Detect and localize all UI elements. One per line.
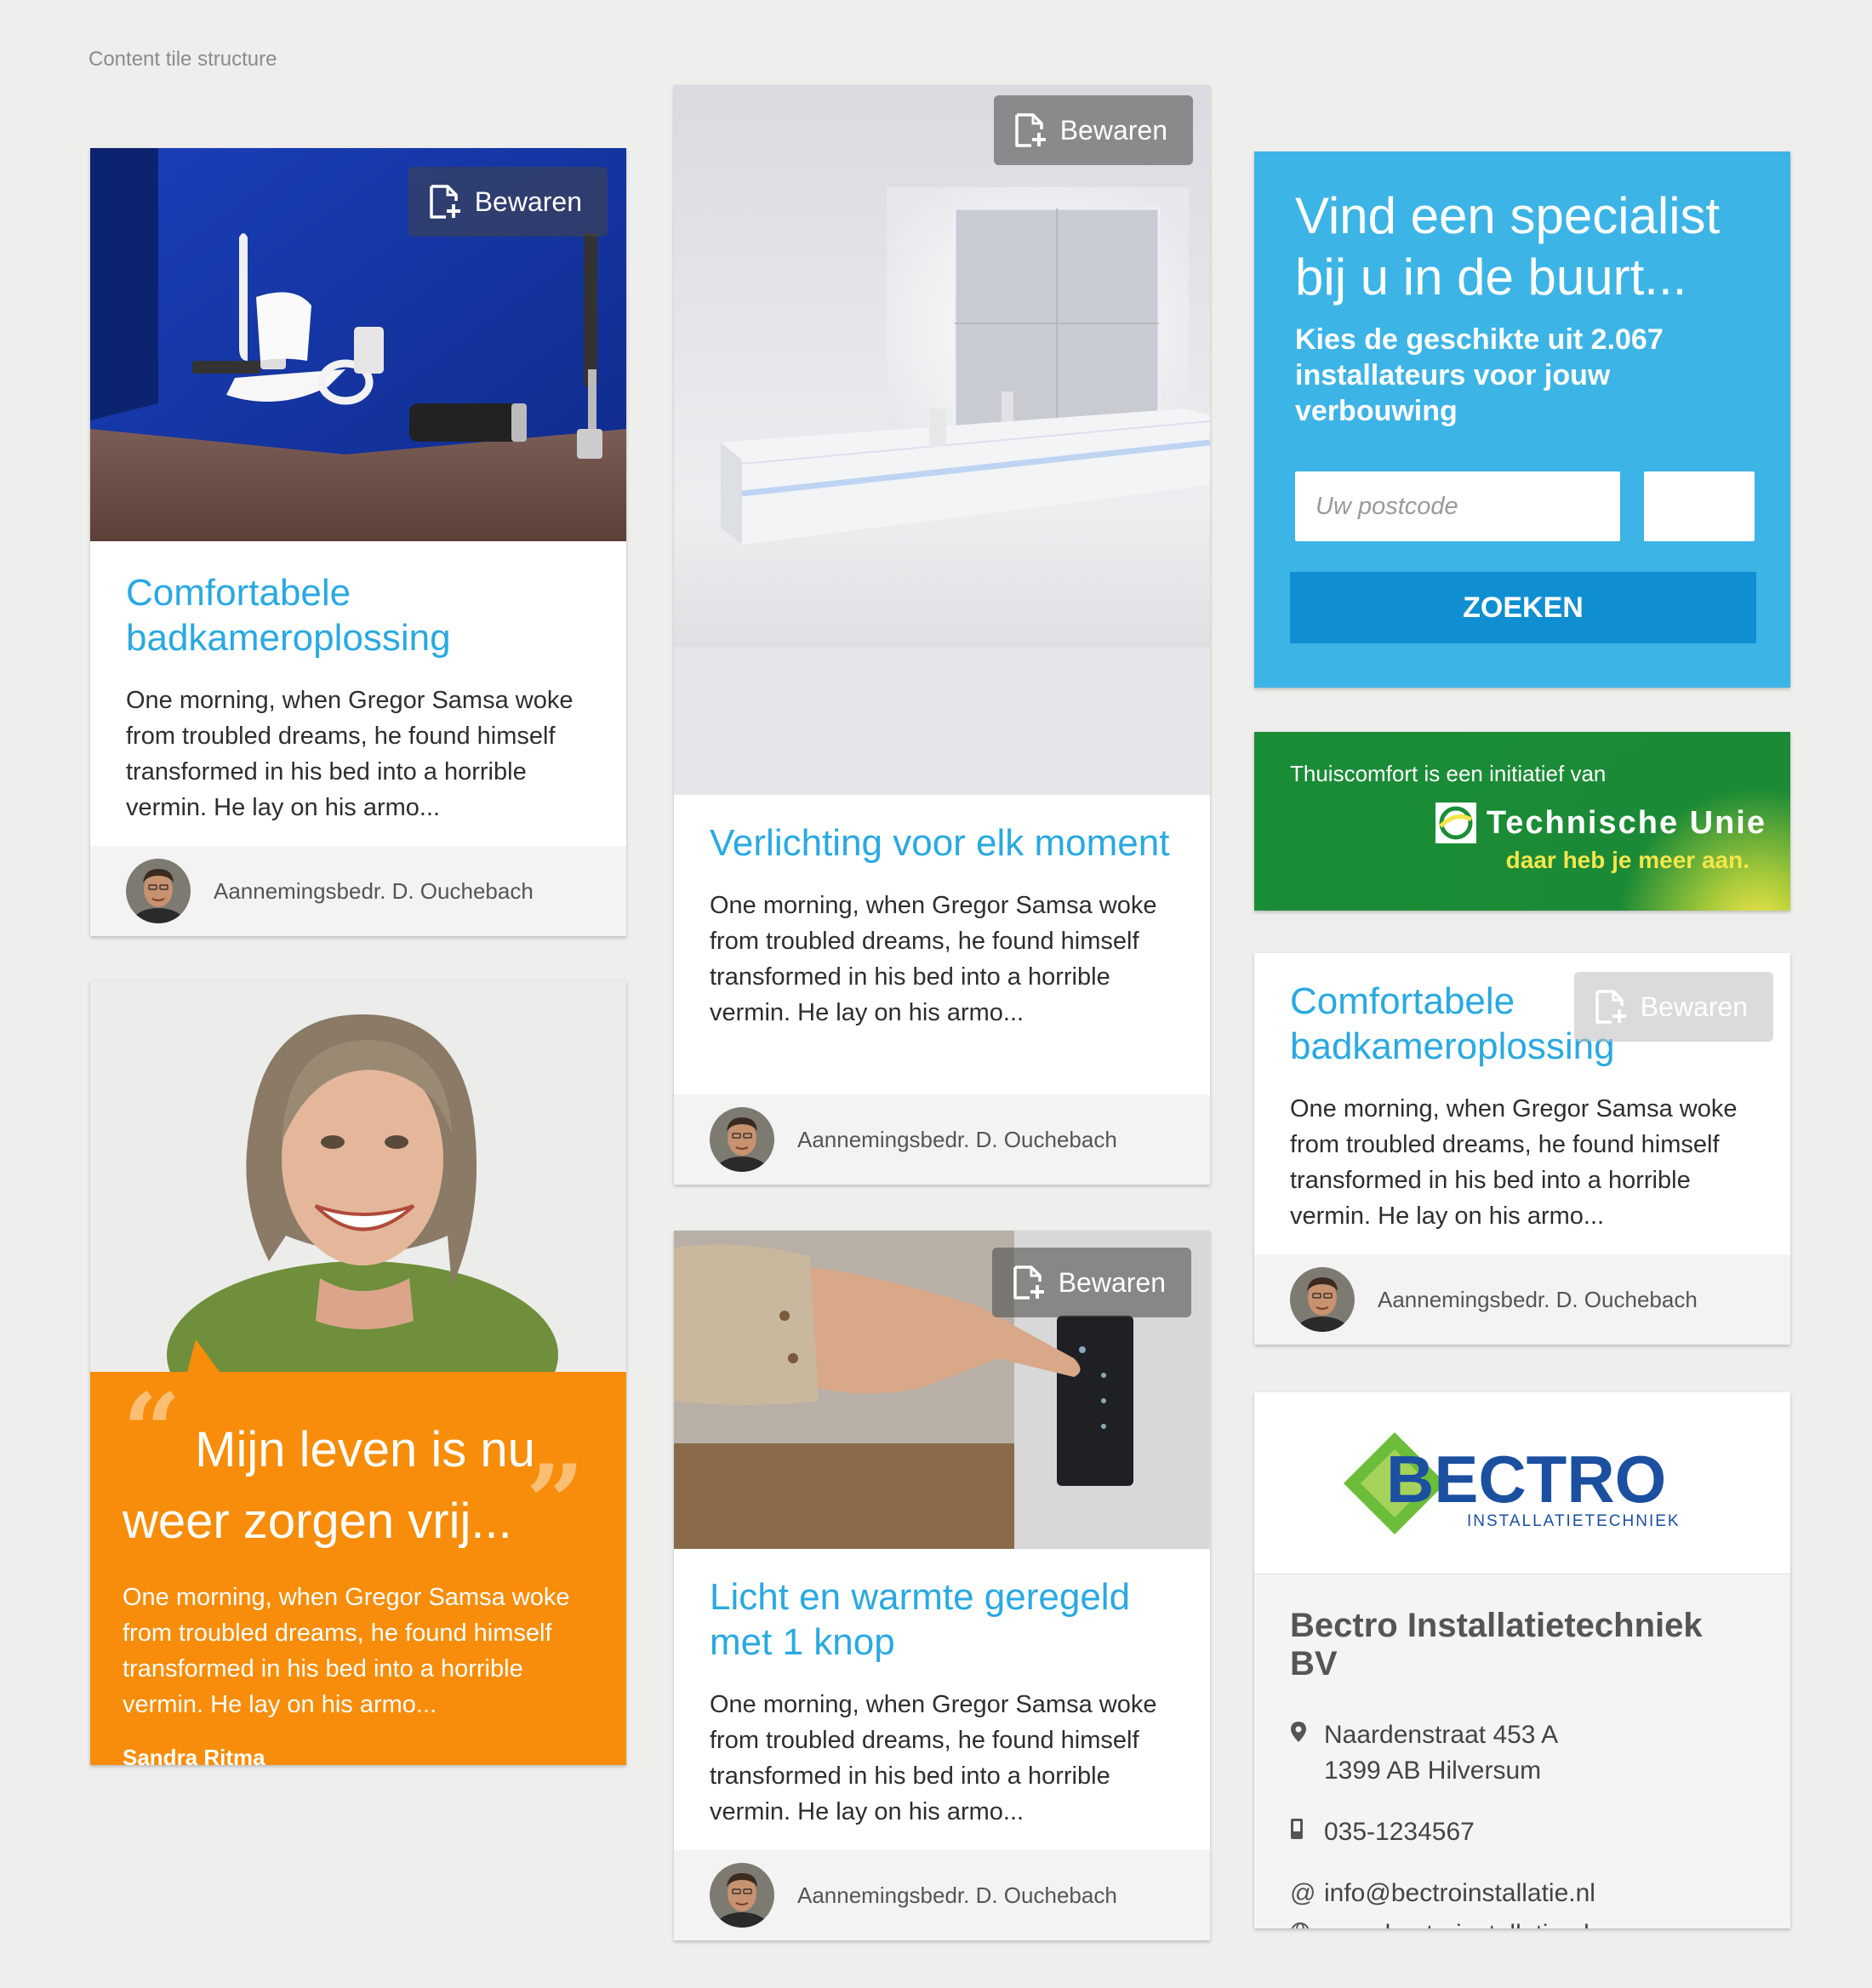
company-tile[interactable]: BECTRO INSTALLATIETECHNIEK Bectro Instal… [1254, 1392, 1790, 1928]
avatar [710, 1863, 774, 1928]
company-name: Bectro Installatietechniek BV [1290, 1607, 1703, 1682]
author-name: Aannemingsbedr. D. Ouchebach [797, 1882, 1117, 1908]
content-tile-bathroom-text[interactable]: Bewaren Comfortabele badkameroplossing O… [1254, 953, 1790, 1345]
save-button[interactable]: Bewaren [1573, 972, 1773, 1042]
tile-title[interactable]: Verlichting voor elk moment [710, 820, 1176, 865]
content-tile-bathroom[interactable]: Bewaren Comfortabele badkameroplossing O… [90, 148, 626, 936]
quote-headline: “ Mijn leven is nu weer zorgen vrij... ” [123, 1371, 585, 1562]
save-label: Bewaren [474, 186, 582, 217]
save-button[interactable]: Bewaren [408, 167, 608, 237]
search-button[interactable]: ZOEKEN [1290, 572, 1756, 643]
save-icon [1595, 989, 1627, 1025]
content-tile-switch[interactable]: Bewaren Licht en warmte geregeld met 1 k… [674, 1231, 1210, 1940]
banner-line: Thuiscomfort is een initiatief van [1290, 761, 1607, 786]
lighting-image [674, 85, 1210, 795]
save-button[interactable]: Bewaren [991, 1248, 1191, 1317]
email-link[interactable]: info@bectroinstallatie.nl [1324, 1876, 1595, 1911]
tile-text: One morning, when Gregor Samsa woke from… [126, 687, 574, 821]
tile-text: One morning, when Gregor Samsa woke from… [1290, 1095, 1738, 1230]
save-label: Bewaren [1058, 1266, 1166, 1298]
technische-unie-logo-icon [1435, 803, 1476, 843]
save-label: Bewaren [1059, 114, 1167, 146]
quote-author: Sandra Ritma [123, 1745, 265, 1765]
specialist-search-tile: Vind een specialist bij u in de buurt...… [1254, 151, 1790, 688]
address-row: Naardenstraat 453 A 1399 AB Hilversum [1290, 1717, 1756, 1789]
author-name: Aannemingsbedr. D. Ouchebach [214, 877, 534, 904]
website-link[interactable]: www.bectroinstallatie.nl [1324, 1917, 1589, 1928]
website-row[interactable]: www.bectroinstallatie.nl [1290, 1917, 1756, 1928]
save-button[interactable]: Bewaren [993, 95, 1193, 165]
tile-footer[interactable]: Aannemingsbedr. D. Ouchebach [674, 1850, 1210, 1940]
author-name: Aannemingsbedr. D. Ouchebach [797, 1126, 1117, 1152]
open-quote-icon: “ [123, 1371, 182, 1491]
save-icon [1014, 112, 1047, 148]
quote-panel: “ Mijn leven is nu weer zorgen vrij... ”… [90, 1340, 626, 1765]
close-quote-icon: ” [525, 1442, 585, 1562]
tile-image-lighting: Bewaren [674, 85, 1210, 795]
avatar [1290, 1267, 1355, 1332]
quote-tile[interactable]: “ Mijn leven is nu weer zorgen vrij... ”… [90, 980, 626, 1765]
tile-footer[interactable]: Aannemingsbedr. D. Ouchebach [90, 846, 626, 936]
technische-unie-banner[interactable]: Thuiscomfort is een initiatief van Techn… [1254, 732, 1790, 911]
save-icon [1013, 1265, 1045, 1300]
address-line-2: 1399 AB Hilversum [1324, 1757, 1542, 1785]
author-name: Aannemingsbedr. D. Ouchebach [1378, 1286, 1698, 1312]
tile-text: One morning, when Gregor Samsa woke from… [710, 892, 1157, 1026]
search-title: Vind een specialist bij u in de buurt... [1295, 187, 1721, 306]
save-icon [429, 184, 461, 220]
tile-footer[interactable]: Aannemingsbedr. D. Ouchebach [1254, 1254, 1790, 1345]
portrait-image [90, 980, 626, 1372]
company-info: Bectro Installatietechniek BV Naardenstr… [1254, 1574, 1790, 1928]
quote-text: One morning, when Gregor Samsa woke from… [123, 1584, 570, 1718]
email-row[interactable]: @ info@bectroinstallatie.nl [1290, 1876, 1756, 1911]
globe-icon [1290, 1917, 1324, 1928]
email-at-icon: @ [1290, 1879, 1316, 1907]
avatar [126, 859, 191, 923]
house-number-input[interactable] [1644, 471, 1755, 541]
page-label: Content tile structure [88, 48, 277, 71]
tile-title[interactable]: Licht en warmte geregeld met 1 knop [710, 1574, 1176, 1665]
tile-text: One morning, when Gregor Samsa woke from… [710, 1691, 1157, 1825]
address-line-1: Naardenstraat 453 A [1324, 1721, 1559, 1749]
phone-row[interactable]: 035-1234567 [1290, 1814, 1756, 1850]
avatar [710, 1107, 774, 1172]
search-subtitle: Kies de geschikte uit 2.067 installateur… [1295, 323, 1664, 427]
phone-icon [1290, 1814, 1324, 1850]
svg-text:BECTRO: BECTRO [1386, 1442, 1666, 1517]
save-label: Bewaren [1640, 991, 1748, 1022]
tile-image-switch: Bewaren [674, 1231, 1210, 1549]
postcode-input[interactable] [1295, 471, 1620, 541]
content-tile-lighting[interactable]: Bewaren Verlichting voor elk moment One … [674, 85, 1210, 1185]
phone-number[interactable]: 035-1234567 [1324, 1814, 1475, 1850]
company-logo: BECTRO INSTALLATIETECHNIEK [1254, 1392, 1790, 1574]
tile-title[interactable]: Comfortabele badkameroplossing [126, 570, 592, 660]
location-pin-icon [1290, 1717, 1324, 1753]
tile-image-bathroom: Bewaren [90, 148, 626, 541]
tile-footer[interactable]: Aannemingsbedr. D. Ouchebach [674, 1094, 1210, 1185]
svg-text:INSTALLATIETECHNIEK: INSTALLATIETECHNIEK [1467, 1512, 1681, 1530]
brand-name: Technische Unie [1486, 804, 1766, 841]
brand-slogan: daar heb je meer aan. [1505, 847, 1749, 873]
